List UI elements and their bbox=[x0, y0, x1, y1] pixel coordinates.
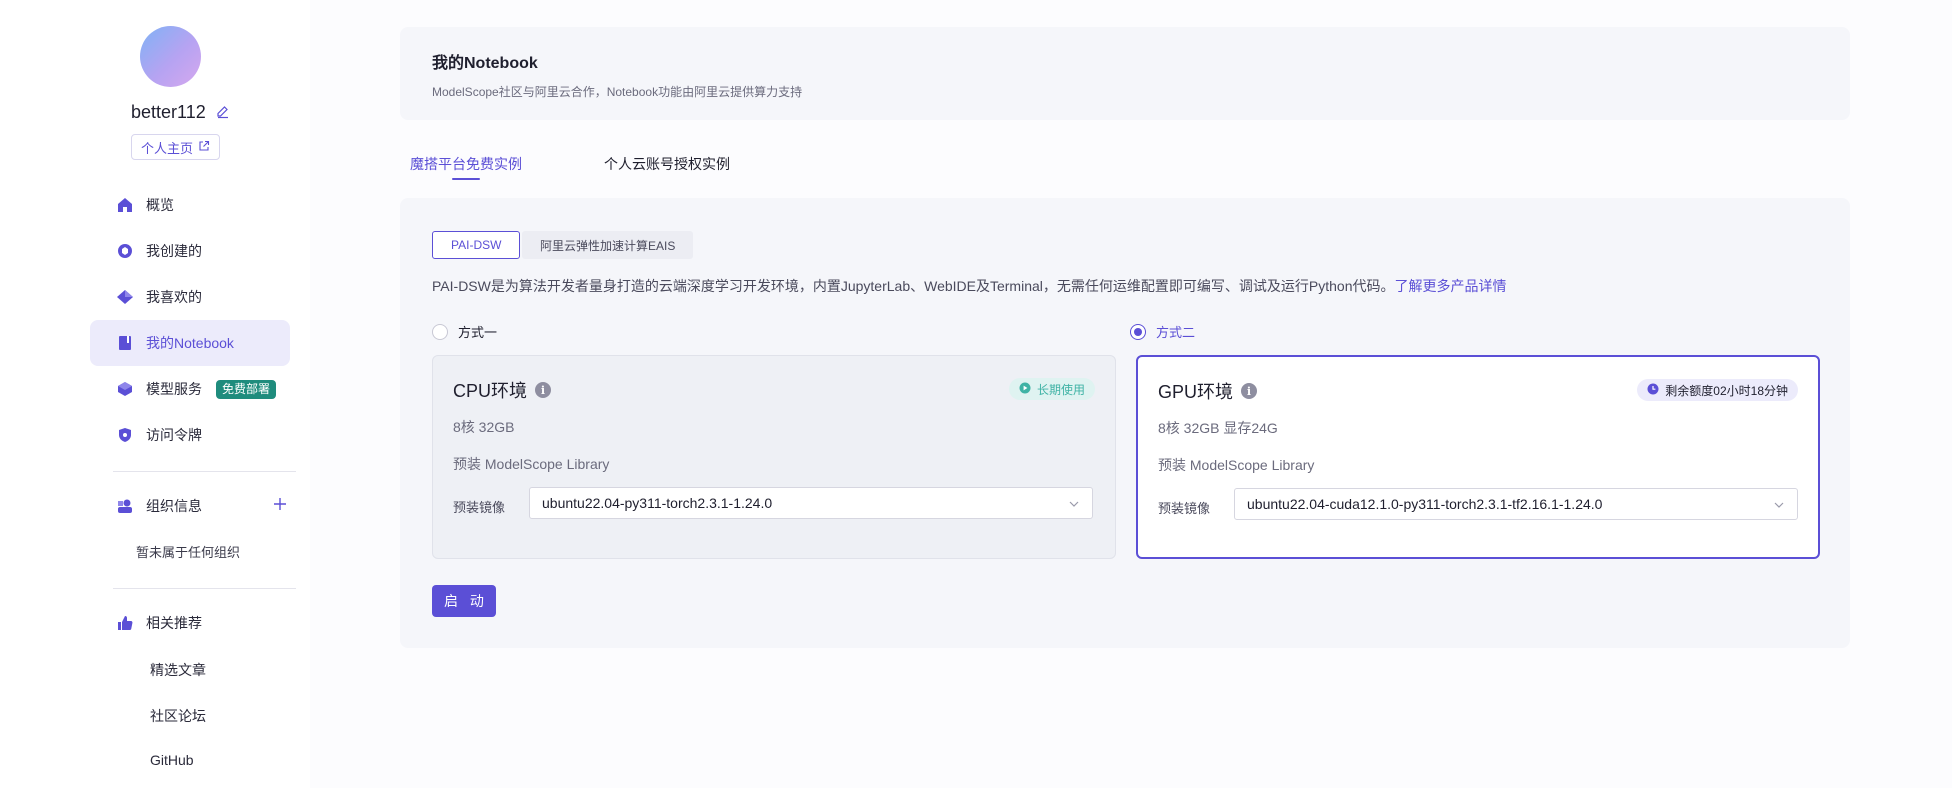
recommend-link-articles[interactable]: 精选文章 bbox=[150, 660, 206, 680]
org-title-label: 组织信息 bbox=[146, 498, 202, 514]
sidebar: better112 个人主页 概览 我创建的 我喜欢的 我的Notebook 模… bbox=[0, 0, 310, 788]
segment-pai-dsw[interactable]: PAI-DSW bbox=[432, 231, 521, 259]
gpu-env-title-text: GPU环境 bbox=[1158, 382, 1234, 402]
model-icon bbox=[116, 380, 134, 398]
sidebar-divider bbox=[113, 588, 296, 589]
thumb-up-icon bbox=[116, 614, 134, 632]
username: better112 bbox=[131, 101, 206, 122]
play-icon bbox=[1019, 382, 1031, 397]
quota-badge-text: 剩余额度02小时18分钟 bbox=[1665, 383, 1788, 398]
cpu-env-title-text: CPU环境 bbox=[453, 381, 528, 401]
sidebar-item-label: 我创建的 bbox=[146, 243, 202, 259]
sidebar-item-label: 我的Notebook bbox=[146, 335, 234, 351]
clock-icon bbox=[1647, 383, 1659, 398]
tab-free-instance[interactable]: 魔搭平台免费实例 bbox=[410, 154, 522, 174]
cpu-env-title: CPU环境 i bbox=[453, 377, 552, 403]
quota-badge: 剩余额度02小时18分钟 bbox=[1637, 379, 1798, 401]
chevron-down-icon bbox=[1068, 497, 1080, 509]
header-card: 我的Notebook ModelScope社区与阿里云合作，Notebook功能… bbox=[400, 27, 1850, 120]
cpu-spec: 8核 32GB bbox=[453, 419, 515, 435]
gpu-spec: 8核 32GB 显存24G bbox=[1158, 420, 1278, 436]
edit-icon[interactable] bbox=[216, 105, 230, 119]
shield-icon bbox=[116, 426, 134, 444]
sidebar-divider bbox=[113, 471, 296, 472]
org-section-title: 组织信息 bbox=[116, 494, 202, 518]
org-icon bbox=[116, 497, 134, 515]
page-subtitle: ModelScope社区与阿里云合作，Notebook功能由阿里云提供算力支持 bbox=[432, 85, 803, 99]
sidebar-item-overview[interactable]: 概览 bbox=[90, 182, 290, 228]
sidebar-item-created[interactable]: 我创建的 bbox=[90, 228, 290, 274]
recommend-section-title: 相关推荐 bbox=[116, 611, 202, 635]
gpu-library: 预装 ModelScope Library bbox=[1158, 457, 1315, 473]
start-button[interactable]: 启 动 bbox=[432, 585, 496, 617]
option-one-radio[interactable] bbox=[432, 323, 448, 340]
sidebar-item-liked[interactable]: 我喜欢的 bbox=[90, 274, 290, 320]
notebook-icon bbox=[116, 334, 134, 352]
avatar[interactable] bbox=[140, 26, 201, 87]
gpu-image-label: 预装镜像 bbox=[1158, 501, 1211, 516]
option-two-radio[interactable] bbox=[1130, 323, 1146, 340]
cpu-image-value: ubuntu22.04-py311-torch2.3.1-1.24.0 bbox=[542, 495, 773, 511]
option-one-label: 方式一 bbox=[458, 325, 498, 340]
recommend-link-github[interactable]: GitHub bbox=[150, 752, 194, 768]
cpu-env-card[interactable]: CPU环境 i 长期使用 8核 32GB 预装 ModelScope Libra… bbox=[432, 355, 1116, 559]
info-icon[interactable]: i bbox=[535, 382, 552, 398]
personal-home-button[interactable]: 个人主页 bbox=[131, 134, 221, 160]
sidebar-item-label: 我喜欢的 bbox=[146, 289, 202, 305]
sidebar-item-notebook[interactable]: 我的Notebook bbox=[90, 320, 290, 366]
sidebar-item-model-service[interactable]: 模型服务 免费部署 bbox=[90, 366, 290, 412]
tab-active-indicator bbox=[452, 178, 480, 180]
diamond-icon bbox=[116, 288, 134, 306]
sidebar-item-label: 概览 bbox=[146, 197, 174, 213]
chevron-down-icon bbox=[1773, 498, 1785, 510]
free-deploy-badge: 免费部署 bbox=[216, 379, 277, 399]
sidebar-item-label: 模型服务 bbox=[146, 381, 202, 397]
info-icon[interactable]: i bbox=[1241, 383, 1258, 399]
gpu-env-card[interactable]: GPU环境 i 剩余额度02小时18分钟 8核 32GB 显存24G 预装 Mo… bbox=[1136, 355, 1820, 559]
recommend-title-label: 相关推荐 bbox=[146, 615, 202, 631]
long-term-badge: 长期使用 bbox=[1008, 378, 1095, 400]
user-row: better112 bbox=[131, 100, 230, 124]
external-link-icon bbox=[198, 140, 210, 155]
description-text: PAI-DSW是为算法开发者量身打造的云端深度学习开发环境，内置JupyterL… bbox=[432, 278, 1395, 294]
gpu-image-value: ubuntu22.04-cuda12.1.0-py311-torch2.3.1-… bbox=[1247, 496, 1603, 512]
cpu-image-select[interactable]: ubuntu22.04-py311-torch2.3.1-1.24.0 bbox=[529, 487, 1093, 519]
page-title: 我的Notebook bbox=[432, 55, 538, 72]
sidebar-item-label: 访问令牌 bbox=[146, 427, 202, 443]
recommend-link-forum[interactable]: 社区论坛 bbox=[150, 706, 206, 726]
plus-icon bbox=[273, 497, 287, 516]
learn-more-link[interactable]: 了解更多产品详情 bbox=[1394, 278, 1506, 294]
gpu-image-select[interactable]: ubuntu22.04-cuda12.1.0-py311-torch2.3.1-… bbox=[1234, 488, 1798, 520]
add-org-button[interactable] bbox=[272, 494, 288, 518]
cube-icon bbox=[116, 242, 134, 260]
option-two-label: 方式二 bbox=[1156, 325, 1196, 340]
personal-home-label: 个人主页 bbox=[141, 140, 194, 156]
segment-eais[interactable]: 阿里云弹性加速计算EAIS bbox=[522, 231, 694, 259]
gpu-env-title: GPU环境 i bbox=[1158, 378, 1258, 404]
option-one[interactable]: 方式一 bbox=[432, 322, 497, 341]
instance-panel: PAI-DSW 阿里云弹性加速计算EAIS PAI-DSW是为算法开发者量身打造… bbox=[400, 198, 1850, 648]
cpu-image-label: 预装镜像 bbox=[453, 500, 506, 515]
org-empty-text: 暂未属于任何组织 bbox=[136, 545, 241, 560]
home-icon bbox=[116, 196, 134, 214]
long-term-badge-text: 长期使用 bbox=[1036, 382, 1085, 397]
option-two[interactable]: 方式二 bbox=[1130, 322, 1195, 341]
cpu-library: 预装 ModelScope Library bbox=[453, 456, 610, 472]
product-description: PAI-DSW是为算法开发者量身打造的云端深度学习开发环境，内置JupyterL… bbox=[432, 276, 1506, 296]
sidebar-item-token[interactable]: 访问令牌 bbox=[90, 412, 290, 458]
tab-personal-instance[interactable]: 个人云账号授权实例 bbox=[604, 154, 730, 174]
